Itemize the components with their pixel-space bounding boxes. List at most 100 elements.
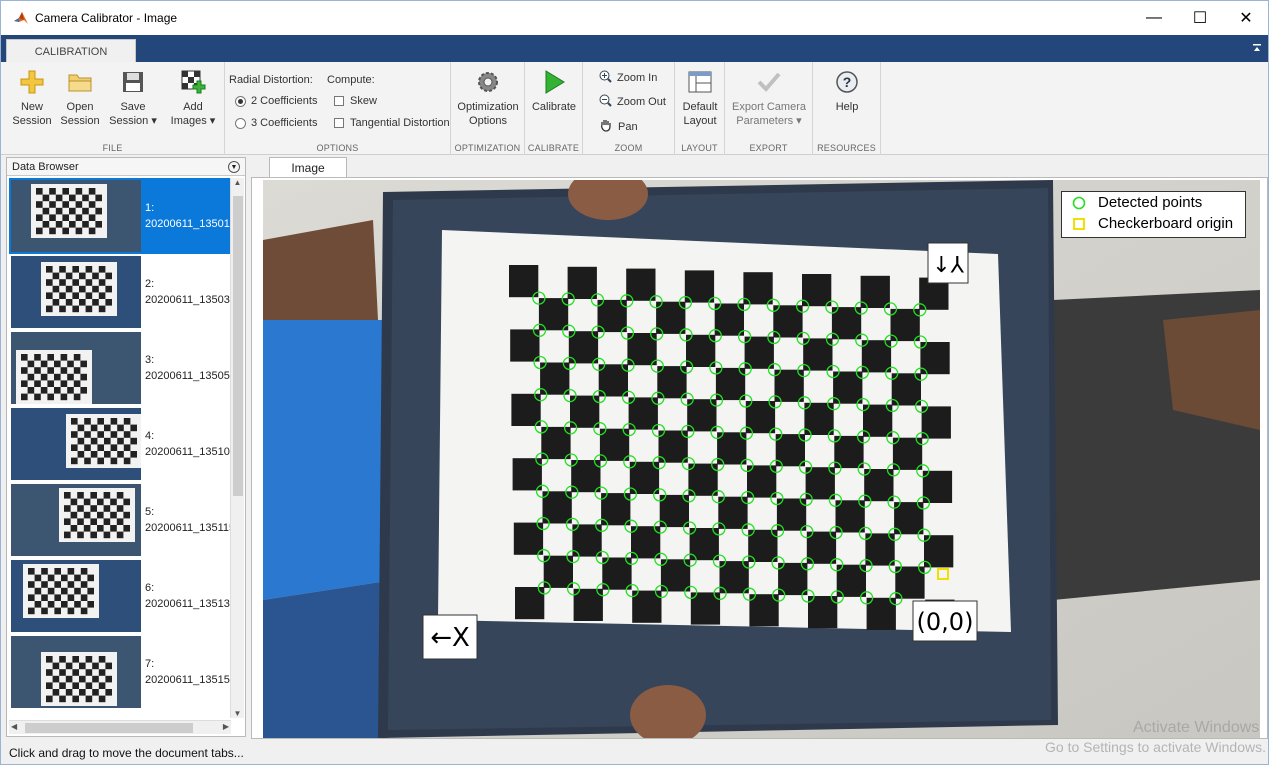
- tangential-distortion-checkbox[interactable]: Tangential Distortion: [334, 117, 450, 129]
- help-button[interactable]: ? Help: [823, 68, 871, 114]
- data-browser-panel: Data Browser ▼ 1: 20200611_135019 2: 202006…: [6, 157, 246, 737]
- file-group-label: FILE: [102, 143, 123, 153]
- tab-calibration[interactable]: CALIBRATION: [6, 39, 136, 63]
- image-thumbnail: [11, 560, 141, 632]
- calibrate-group-label: CALIBRATE: [527, 143, 580, 153]
- scroll-up-icon[interactable]: ▲: [231, 178, 244, 187]
- list-item[interactable]: 5: 20200611_135115: [9, 482, 231, 558]
- minimize-button[interactable]: —: [1131, 1, 1177, 35]
- image-thumbnail: [11, 256, 141, 328]
- options-group-label: OPTIONS: [316, 143, 359, 153]
- list-item[interactable]: 3: 20200611_135051: [9, 330, 231, 406]
- watermark-line2: Go to Settings to activate Windows.: [1045, 739, 1266, 755]
- image-thumbnail: [11, 484, 141, 556]
- play-icon: [540, 68, 568, 96]
- default-layout-button[interactable]: Default Layout: [677, 68, 723, 128]
- optimization-group: Optimization Options OPTIMIZATION: [451, 62, 525, 155]
- list-item-label: 1: 20200611_135019: [145, 202, 231, 230]
- status-bar: Click and drag to move the document tabs…: [1, 739, 1268, 765]
- add-images-button[interactable]: Add Images ▾: [165, 68, 221, 128]
- zoom-group: Zoom In Zoom Out Pan ZOOM: [583, 62, 675, 155]
- legend-detected-row: Detected points: [1062, 192, 1245, 213]
- collapse-ribbon-icon[interactable]: [1252, 43, 1262, 53]
- list-item[interactable]: 4: 20200611_135100: [9, 406, 231, 482]
- x-axis-label: ←X: [430, 623, 470, 653]
- save-session-button[interactable]: Save Session ▾: [105, 68, 161, 128]
- resources-group: ? Help RESOURCES: [813, 62, 881, 155]
- list-item-label: 6: 20200611_135136: [145, 582, 231, 610]
- open-session-button[interactable]: Open Session: [57, 68, 103, 128]
- export-group-label: EXPORT: [749, 143, 788, 153]
- compute-label: Compute:: [327, 74, 375, 86]
- watermark-line1: Activate Windows: [1133, 719, 1259, 736]
- image-panel: Y↑ ←X (0,0) Activate Windows: [251, 177, 1268, 739]
- tab-image[interactable]: Image: [269, 157, 347, 177]
- radial-distortion-label: Radial Distortion:: [229, 74, 313, 86]
- folder-icon: [66, 68, 94, 96]
- scroll-down-icon[interactable]: ▼: [231, 709, 244, 718]
- list-item[interactable]: 7: 20200611_135151: [9, 634, 231, 710]
- layout-icon: [686, 68, 714, 96]
- list-item-label: 3: 20200611_135051: [145, 354, 231, 382]
- file-group: New Session Open Session Save Session ▾: [1, 62, 225, 155]
- close-button[interactable]: ✕: [1223, 1, 1269, 35]
- checkbox-icon: [334, 118, 344, 128]
- checkbox-icon: [334, 96, 344, 106]
- list-item-label: 7: 20200611_135151: [145, 658, 231, 686]
- list-item[interactable]: 1: 20200611_135019: [9, 178, 231, 254]
- radio-empty-icon: [235, 117, 246, 129]
- list-item[interactable]: 6: 20200611_135136: [9, 558, 231, 634]
- y-axis-label-box: Y↑: [927, 242, 969, 284]
- skew-checkbox[interactable]: Skew: [334, 95, 377, 107]
- maximize-button[interactable]: ☐: [1177, 1, 1223, 35]
- two-coefficients-radio[interactable]: 2 Coefficients: [235, 95, 317, 107]
- pan-button[interactable]: Pan: [599, 118, 638, 135]
- zoom-out-icon: [599, 94, 612, 110]
- layout-group-label: LAYOUT: [681, 143, 718, 153]
- new-session-button[interactable]: New Session: [9, 68, 55, 128]
- export-camera-parameters-button[interactable]: Export Camera Parameters ▾: [729, 68, 809, 128]
- legend-origin-row: Checkerboard origin: [1062, 213, 1245, 234]
- blue-shirt-lower: [263, 580, 393, 738]
- gear-icon: [474, 68, 502, 96]
- image-thumbnail: [11, 180, 141, 252]
- options-group: Radial Distortion: Compute: 2 Coefficien…: [225, 62, 451, 155]
- scroll-thumb[interactable]: [25, 723, 193, 733]
- radio-selected-icon: [235, 95, 246, 107]
- scroll-thumb[interactable]: [233, 196, 243, 496]
- zoom-group-label: ZOOM: [614, 143, 643, 153]
- title-bar: Camera Calibrator - Image — ☐ ✕: [1, 1, 1268, 35]
- optimization-options-button[interactable]: Optimization Options: [455, 68, 521, 128]
- blue-shirt: [263, 320, 393, 600]
- new-session-icon: [18, 68, 46, 96]
- panel-menu-icon[interactable]: ▼: [228, 161, 240, 173]
- list-item[interactable]: 2: 20200611_135037: [9, 254, 231, 330]
- green-circle-icon: [1072, 196, 1086, 209]
- checker-square: [509, 265, 539, 298]
- ribbon-toolbar: New Session Open Session Save Session ▾: [1, 62, 1268, 155]
- horizontal-scrollbar[interactable]: ◀ ▶: [9, 720, 231, 734]
- vertical-scrollbar[interactable]: ▲ ▼: [230, 178, 244, 718]
- zoom-in-icon: [599, 70, 612, 86]
- y-axis-label: Y↑: [932, 250, 965, 275]
- image-thumbnail-list: 1: 20200611_135019 2: 20200611_135037 3: 2020…: [9, 178, 231, 718]
- origin-label-box: (0,0): [912, 600, 978, 642]
- scroll-right-icon[interactable]: ▶: [223, 722, 229, 731]
- zoom-out-button[interactable]: Zoom Out: [599, 94, 666, 110]
- status-text: Click and drag to move the document tabs…: [9, 746, 244, 760]
- ribbon-tab-strip: CALIBRATION: [1, 35, 1268, 63]
- list-item-label: 5: 20200611_135115: [145, 506, 231, 534]
- calibrate-button[interactable]: Calibrate: [529, 68, 579, 114]
- list-item-label: 4: 20200611_135100: [145, 430, 231, 458]
- three-coefficients-radio[interactable]: 3 Coefficients: [235, 117, 317, 129]
- zoom-in-button[interactable]: Zoom In: [599, 70, 657, 86]
- svg-text:?: ?: [843, 74, 852, 90]
- image-legend: Detected points Checkerboard origin: [1061, 191, 1246, 238]
- image-thumbnail: [11, 636, 141, 708]
- help-icon: ?: [833, 68, 861, 96]
- yellow-square-icon: [1073, 217, 1085, 230]
- scroll-left-icon[interactable]: ◀: [11, 722, 17, 731]
- image-thumbnail: [11, 332, 141, 404]
- resources-group-label: RESOURCES: [817, 143, 876, 153]
- calibration-image: Y↑ ←X (0,0) Activate Windows: [263, 180, 1260, 738]
